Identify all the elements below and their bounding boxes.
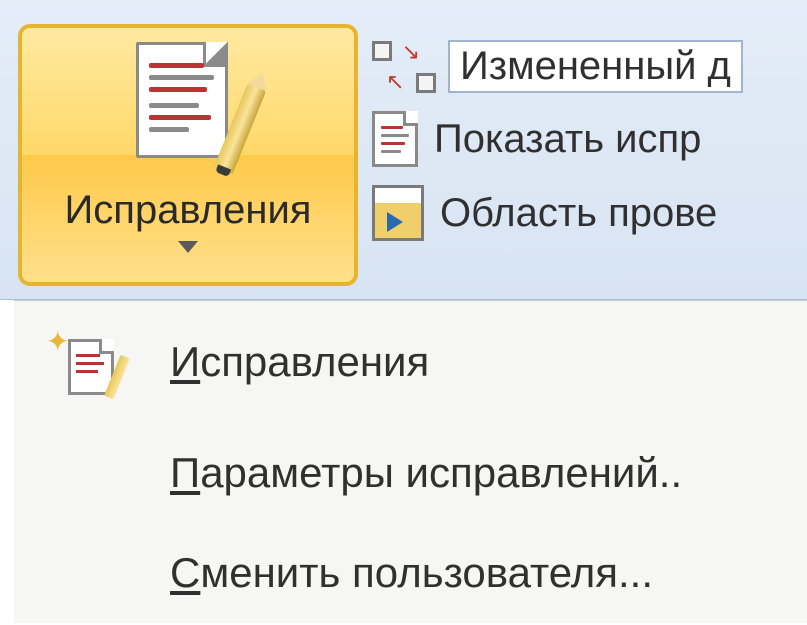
track-changes-doc-icon: ✦ [48, 327, 118, 397]
menu-item-change-user[interactable]: Сменить пользователя... [14, 523, 807, 623]
track-changes-button[interactable]: Исправления [18, 24, 358, 286]
track-changes-label: Исправления [65, 188, 312, 233]
display-for-review-select[interactable]: Измененный д [448, 40, 743, 93]
reviewing-pane-icon [372, 185, 424, 241]
menu-item-options[interactable]: Параметры исправлений.. [14, 423, 807, 523]
ribbon-tracking-group: Исправления ↘↖ Измененный д Показать исп… [0, 0, 807, 300]
reviewing-pane-label: Область прове [440, 191, 717, 236]
compare-icon: ↘↖ [372, 41, 436, 93]
display-for-review-row[interactable]: ↘↖ Измененный д [372, 40, 743, 93]
menu-label-options: Параметры исправлений.. [170, 449, 682, 497]
document-icon [372, 111, 418, 167]
menu-item-track-changes[interactable]: ✦ Исправления [14, 301, 807, 423]
chevron-down-icon [178, 241, 198, 253]
menu-label-track-changes: Исправления [170, 338, 429, 386]
reviewing-pane-row[interactable]: Область прове [372, 185, 743, 241]
tracking-side-controls: ↘↖ Измененный д Показать испр Область пр… [372, 24, 743, 241]
menu-label-change-user: Сменить пользователя... [170, 549, 653, 597]
show-markup-label: Показать испр [434, 117, 701, 162]
track-changes-dropdown: ✦ Исправления Параметры исправлений.. См… [14, 300, 807, 623]
track-changes-icon [118, 36, 258, 186]
show-markup-row[interactable]: Показать испр [372, 111, 743, 167]
